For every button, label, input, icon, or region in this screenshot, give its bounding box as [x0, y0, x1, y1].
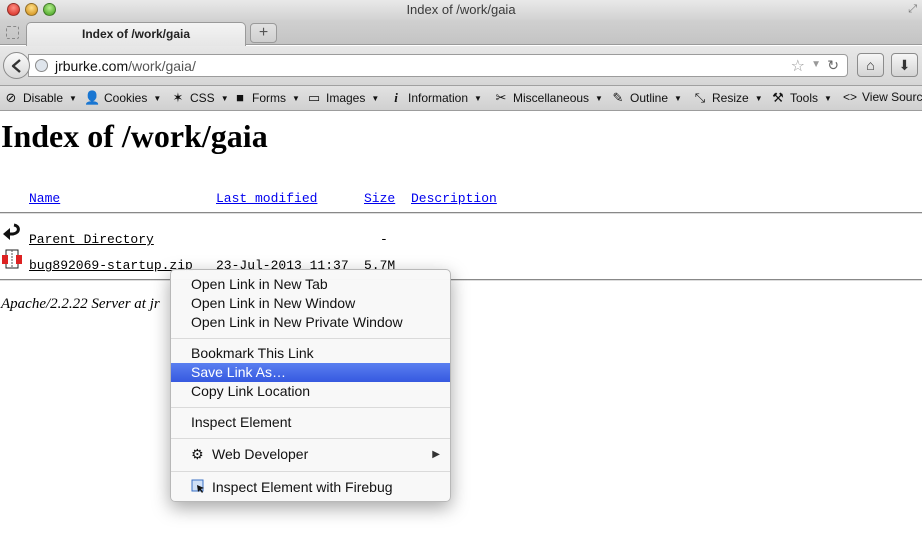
devbar-label: Resize [712, 91, 749, 105]
disable-icon: ⊘ [5, 90, 17, 105]
devbar-forms[interactable]: ■ Forms ▼ [232, 90, 300, 105]
menu-item-open-new-tab[interactable]: Open Link in New Tab [171, 275, 450, 294]
chevron-down-icon: ▼ [474, 94, 482, 103]
image-icon: ▭ [307, 90, 321, 105]
menu-item-bookmark-link[interactable]: Bookmark This Link [171, 344, 450, 363]
devbar-label: Disable [23, 91, 64, 105]
row-size: - [380, 232, 388, 247]
context-menu: Open Link in New Tab Open Link in New Wi… [170, 269, 451, 502]
home-button[interactable]: ⌂ [857, 53, 884, 77]
devbar-label: CSS [190, 91, 215, 105]
menu-item-save-link-as[interactable]: Save Link As… [171, 363, 450, 382]
devbar-label: Information [408, 91, 469, 105]
devbar-css[interactable]: ✶ CSS ▼ [170, 90, 229, 106]
page-title: Index of /work/gaia [1, 118, 268, 154]
download-icon: ⬇ [898, 57, 911, 73]
submenu-arrow-icon: ▶ [432, 449, 440, 460]
menu-separator [171, 438, 450, 439]
tab-groups-icon[interactable] [6, 26, 19, 39]
new-tab-button[interactable]: + [250, 23, 277, 43]
back-arrow-icon [3, 223, 20, 240]
tab-label: Index of /work/gaia [81, 27, 191, 41]
history-dropdown-icon[interactable]: ▼ [811, 59, 821, 70]
code-icon: <> [842, 90, 857, 104]
chevron-down-icon: ▼ [69, 94, 77, 103]
chevron-down-icon: ▼ [220, 94, 229, 103]
wrench-icon: ⚒ [772, 90, 784, 105]
menu-item-label: Web Developer [212, 446, 309, 462]
file-link[interactable]: bug892069-startup.zip [29, 258, 193, 273]
devbar-label: Outline [630, 91, 669, 105]
menu-separator [171, 471, 450, 472]
chevron-down-icon: ▼ [674, 94, 682, 103]
menu-item-copy-link-location[interactable]: Copy Link Location [171, 382, 450, 401]
chevron-down-icon: ▼ [371, 94, 380, 103]
chevron-down-icon: ▼ [292, 94, 300, 103]
column-header-last-modified[interactable]: Last modified [216, 191, 317, 206]
briefcase-icon: ■ [236, 90, 244, 105]
devbar-label: View Source [862, 90, 922, 104]
menu-item-web-developer[interactable]: ⚙ Web Developer ▶ [171, 445, 450, 464]
chevron-down-icon: ▼ [153, 94, 162, 103]
menu-separator [171, 338, 450, 339]
parent-directory-link[interactable]: Parent Directory [29, 232, 154, 247]
devbar-miscellaneous[interactable]: ✂ Miscellaneous ▼ [493, 90, 603, 106]
tab-strip: Index of /work/gaia + [0, 20, 922, 46]
home-icon: ⌂ [866, 57, 875, 73]
menu-item-open-private-window[interactable]: Open Link in New Private Window [171, 313, 450, 332]
server-signature: Apache/2.2.22 Server at jr [1, 296, 160, 312]
devbar-label: Cookies [104, 91, 148, 105]
archive-icon [2, 249, 22, 269]
column-header-name[interactable]: Name [29, 191, 60, 206]
user-icon: 👤 [84, 90, 101, 105]
fullscreen-icon[interactable]: ⤢ [908, 3, 917, 16]
tab-active[interactable]: Index of /work/gaia [26, 22, 246, 46]
reload-icon[interactable]: ↻ [827, 57, 839, 74]
devbar-cookies[interactable]: 👤 Cookies ▼ [84, 90, 161, 106]
devbar-outline[interactable]: ✎ Outline ▼ [610, 90, 682, 106]
devbar-disable[interactable]: ⊘ Disable ▼ [3, 90, 77, 106]
bookmark-star-icon[interactable]: ☆ [791, 56, 805, 76]
devbar-tools[interactable]: ⚒ Tools ▼ [770, 90, 832, 106]
chevron-down-icon: ▼ [754, 94, 763, 103]
navigation-bar: jrburke.com/work/gaia/ ☆ ▼ ↻ ⌂ ⬇ [0, 46, 922, 86]
menu-separator [171, 407, 450, 408]
menu-item-inspect-firebug[interactable]: Inspect Element with Firebug [171, 478, 450, 497]
globe-icon [35, 59, 48, 72]
url-text[interactable]: jrburke.com/work/gaia/ [55, 58, 196, 74]
footer-divider [0, 279, 922, 281]
devbar-label: Images [326, 91, 366, 105]
devbar-images[interactable]: ▭ Images ▼ [306, 90, 379, 106]
url-host: jrburke.com [55, 58, 129, 74]
window-titlebar: Index of /work/gaia ⤢ [0, 0, 922, 20]
devbar-label: Forms [252, 91, 286, 105]
back-arrow-icon [11, 59, 21, 73]
wand-icon: ✶ [172, 90, 184, 105]
chevron-down-icon: ▼ [824, 94, 832, 103]
pencil-icon: ✎ [612, 90, 624, 105]
menu-item-inspect-element[interactable]: Inspect Element [171, 413, 450, 432]
url-bar[interactable]: jrburke.com/work/gaia/ ☆ ▼ ↻ [28, 54, 848, 77]
devbar-resize[interactable]: ⤡ Resize ▼ [692, 90, 763, 106]
gear-icon: ⚙ [191, 446, 204, 462]
devbar-view-source[interactable]: <> View Source [842, 90, 922, 104]
back-button[interactable] [3, 52, 30, 79]
info-icon: i [394, 90, 398, 105]
devbar-label: Miscellaneous [513, 91, 590, 105]
url-path: /work/gaia/ [128, 58, 196, 74]
chevron-down-icon: ▼ [595, 94, 603, 103]
tools-icon: ✂ [495, 90, 507, 105]
devbar-information[interactable]: i Information ▼ [388, 90, 482, 106]
column-header-description[interactable]: Description [411, 191, 497, 206]
firebug-inspect-icon [191, 478, 206, 497]
column-header-size[interactable]: Size [364, 191, 395, 206]
menu-item-open-new-window[interactable]: Open Link in New Window [171, 294, 450, 313]
devbar-label: Tools [790, 91, 819, 105]
resize-icon: ⤡ [694, 90, 706, 105]
downloads-button[interactable]: ⬇ [891, 53, 918, 77]
window-title: Index of /work/gaia [406, 2, 516, 17]
menu-item-label: Inspect Element with Firebug [212, 479, 393, 495]
web-developer-toolbar: ⊘ Disable ▼ 👤 Cookies ▼ ✶ CSS ▼ ■ Forms ▼ ▭ Image… [0, 86, 922, 111]
header-divider [0, 212, 922, 214]
